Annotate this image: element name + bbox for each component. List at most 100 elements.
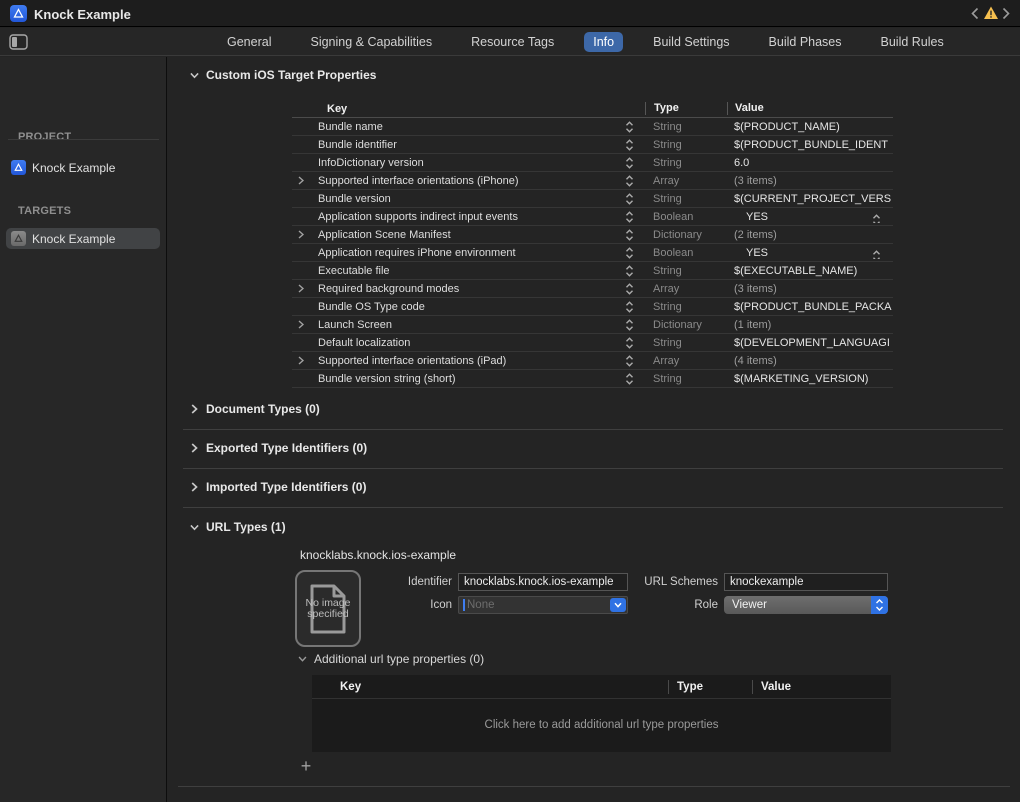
property-row[interactable]: Bundle OS Type code String $(PRODUCT_BUN…: [292, 298, 893, 316]
tab-signing-capabilities[interactable]: Signing & Capabilities: [301, 32, 441, 52]
tab-build-rules[interactable]: Build Rules: [872, 32, 953, 52]
identifier-field[interactable]: knocklabs.knock.ios-example: [458, 573, 628, 591]
add-properties-placeholder[interactable]: Click here to add additional url type pr…: [312, 699, 891, 751]
property-key[interactable]: Bundle version string (short): [310, 373, 617, 385]
property-key[interactable]: Supported interface orientations (iPhone…: [310, 175, 617, 187]
icon-combo-box[interactable]: None: [458, 596, 628, 614]
property-value[interactable]: (1 item): [727, 319, 893, 331]
chevron-down-icon[interactable]: [190, 522, 199, 532]
property-row[interactable]: Default localization String $(DEVELOPMEN…: [292, 334, 893, 352]
key-stepper-icon[interactable]: [617, 265, 645, 277]
tab-general[interactable]: General: [218, 32, 280, 52]
property-value[interactable]: $(PRODUCT_NAME): [727, 121, 893, 133]
chevron-right-icon[interactable]: [190, 404, 199, 414]
property-value[interactable]: 6.0: [727, 157, 893, 169]
property-value[interactable]: (2 items): [727, 229, 893, 241]
property-row[interactable]: Application requires iPhone environment …: [292, 244, 893, 262]
chevron-right-icon[interactable]: [190, 482, 199, 492]
property-key[interactable]: Bundle OS Type code: [310, 301, 617, 313]
property-key[interactable]: Bundle version: [310, 193, 617, 205]
chevron-down-icon[interactable]: [190, 70, 199, 80]
property-row[interactable]: Required background modes Array (3 items…: [292, 280, 893, 298]
key-stepper-icon[interactable]: [617, 337, 645, 349]
url-type-image-well[interactable]: No image specified: [295, 570, 361, 647]
section-custom-ios-target-properties[interactable]: Custom iOS Target Properties: [190, 68, 376, 82]
property-row[interactable]: Application supports indirect input even…: [292, 208, 893, 226]
role-popup-button[interactable]: Viewer: [724, 596, 888, 614]
property-key[interactable]: Default localization: [310, 337, 617, 349]
property-value[interactable]: $(DEVELOPMENT_LANGUAGI: [727, 337, 893, 349]
key-stepper-icon[interactable]: [617, 319, 645, 331]
key-stepper-icon[interactable]: [617, 211, 645, 223]
disclosure-triangle-icon[interactable]: [292, 230, 310, 239]
section-document-types[interactable]: Document Types (0): [190, 402, 320, 416]
property-value[interactable]: YES: [727, 247, 893, 259]
property-key[interactable]: Required background modes: [310, 283, 617, 295]
property-row[interactable]: Executable file String $(EXECUTABLE_NAME…: [292, 262, 893, 280]
chevron-right-icon[interactable]: [190, 443, 199, 453]
value-stepper-icon[interactable]: [872, 250, 881, 259]
key-stepper-icon[interactable]: [617, 193, 645, 205]
sidebar-toggle-icon[interactable]: [9, 34, 29, 50]
add-url-type-button[interactable]: +: [297, 758, 315, 776]
property-row[interactable]: Application Scene Manifest Dictionary (2…: [292, 226, 893, 244]
section-additional-url-type-properties[interactable]: Additional url type properties (0): [298, 652, 484, 666]
combo-dropdown-icon[interactable]: [610, 598, 626, 612]
tab-info[interactable]: Info: [584, 32, 623, 52]
property-row[interactable]: Supported interface orientations (iPad) …: [292, 352, 893, 370]
property-row[interactable]: Bundle version String $(CURRENT_PROJECT_…: [292, 190, 893, 208]
url-schemes-field[interactable]: knockexample: [724, 573, 888, 591]
warning-triangle-icon[interactable]: [983, 5, 999, 21]
property-key[interactable]: Launch Screen: [310, 319, 617, 331]
section-url-types[interactable]: URL Types (1): [190, 520, 286, 534]
property-value[interactable]: $(EXECUTABLE_NAME): [727, 265, 893, 277]
section-imported-type-identifiers[interactable]: Imported Type Identifiers (0): [190, 480, 366, 494]
disclosure-triangle-icon[interactable]: [292, 320, 310, 329]
key-stepper-icon[interactable]: [617, 373, 645, 385]
property-value[interactable]: $(PRODUCT_BUNDLE_PACKA: [727, 301, 893, 313]
key-stepper-icon[interactable]: [617, 355, 645, 367]
disclosure-triangle-icon[interactable]: [292, 284, 310, 293]
property-value[interactable]: (3 items): [727, 283, 893, 295]
key-stepper-icon[interactable]: [617, 283, 645, 295]
key-stepper-icon[interactable]: [617, 301, 645, 313]
key-stepper-icon[interactable]: [617, 139, 645, 151]
key-stepper-icon[interactable]: [617, 121, 645, 133]
property-row[interactable]: Bundle version string (short) String $(M…: [292, 370, 893, 388]
disclosure-triangle-icon[interactable]: [292, 176, 310, 185]
property-row[interactable]: InfoDictionary version String 6.0: [292, 154, 893, 172]
chevron-left-icon[interactable]: [968, 5, 982, 21]
property-value[interactable]: $(PRODUCT_BUNDLE_IDENT: [727, 139, 893, 151]
tab-build-settings[interactable]: Build Settings: [644, 32, 738, 52]
property-key[interactable]: Supported interface orientations (iPad): [310, 355, 617, 367]
property-key[interactable]: Executable file: [310, 265, 617, 277]
value-stepper-icon[interactable]: [872, 214, 881, 223]
property-key[interactable]: Bundle identifier: [310, 139, 617, 151]
key-stepper-icon[interactable]: [617, 229, 645, 241]
property-value[interactable]: $(MARKETING_VERSION): [727, 373, 893, 385]
property-row[interactable]: Bundle identifier String $(PRODUCT_BUNDL…: [292, 136, 893, 154]
section-exported-type-identifiers[interactable]: Exported Type Identifiers (0): [190, 441, 367, 455]
property-value[interactable]: (4 items): [727, 355, 893, 367]
tab-build-phases[interactable]: Build Phases: [760, 32, 851, 52]
sidebar-item-project[interactable]: Knock Example: [6, 157, 160, 178]
property-value[interactable]: YES: [727, 211, 893, 223]
key-stepper-icon[interactable]: [617, 175, 645, 187]
key-stepper-icon[interactable]: [617, 247, 645, 259]
disclosure-triangle-icon[interactable]: [292, 356, 310, 365]
tab-resource-tags[interactable]: Resource Tags: [462, 32, 563, 52]
key-stepper-icon[interactable]: [617, 157, 645, 169]
property-key[interactable]: Bundle name: [310, 121, 617, 133]
property-row[interactable]: Launch Screen Dictionary (1 item): [292, 316, 893, 334]
property-value[interactable]: (3 items): [727, 175, 893, 187]
property-key[interactable]: InfoDictionary version: [310, 157, 617, 169]
property-key[interactable]: Application Scene Manifest: [310, 229, 617, 241]
sidebar-item-target[interactable]: Knock Example: [6, 228, 160, 249]
property-row[interactable]: Bundle name String $(PRODUCT_NAME): [292, 118, 893, 136]
chevron-down-icon[interactable]: [298, 654, 307, 664]
property-row[interactable]: Supported interface orientations (iPhone…: [292, 172, 893, 190]
property-value[interactable]: $(CURRENT_PROJECT_VERS: [727, 193, 893, 205]
property-key[interactable]: Application supports indirect input even…: [310, 211, 617, 223]
property-key[interactable]: Application requires iPhone environment: [310, 247, 617, 259]
chevron-right-icon[interactable]: [999, 5, 1013, 21]
